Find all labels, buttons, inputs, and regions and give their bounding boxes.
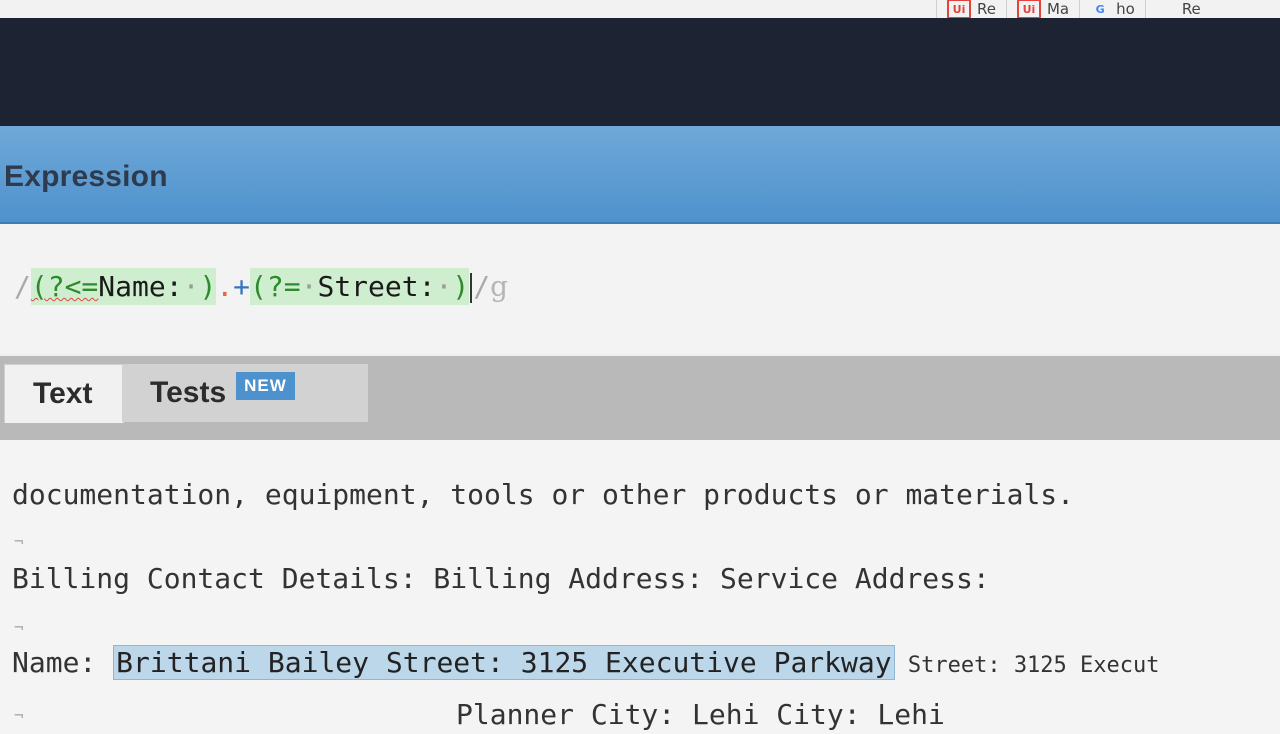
lookahead-close: )	[452, 270, 470, 303]
bookmark-item[interactable]: Ui Re	[936, 0, 1006, 19]
line-break-marker: ¬	[14, 532, 24, 551]
text-caret	[470, 273, 473, 303]
expression-input[interactable]: /(?<=Name:·).+(?=·Street:·)/g	[14, 268, 508, 305]
line-break-marker: ¬	[14, 706, 24, 725]
tab-tests-label: Tests	[150, 376, 227, 409]
lookbehind-open: (?<=	[30, 270, 99, 303]
tabs-bar: Text Tests NEW	[0, 356, 1280, 440]
regex-match-highlight[interactable]: Brittani Bailey Street: 3125 Executive P…	[113, 645, 895, 680]
tab-text-label: Text	[33, 377, 93, 410]
expression-editor[interactable]: /(?<=Name:·).+(?=·Street:·)/g	[0, 224, 1280, 354]
expression-panel-header: Expression	[0, 126, 1280, 224]
text-line-1: documentation, equipment, tools or other…	[12, 478, 1075, 511]
whitespace-marker: ·	[435, 270, 453, 303]
text-line-3: Name: Brittani Bailey Street: 3125 Execu…	[12, 645, 1160, 680]
regex-flags[interactable]: g	[490, 270, 508, 303]
bookmark-item[interactable]: Ui Ma	[1005, 0, 1079, 19]
ui-icon: Ui	[1016, 0, 1041, 19]
ui-icon: Ui	[947, 0, 971, 19]
lookbehind-group: (?<=Name:·)	[30, 268, 217, 305]
bookmark-label: Re	[977, 0, 996, 18]
lookahead-group: (?=·Street:·)	[250, 268, 470, 305]
lookbehind-text: Name:	[98, 270, 183, 303]
regex-delimiter-open: /	[14, 270, 31, 303]
whitespace-marker: ·	[182, 270, 200, 303]
lookahead-text: Street:	[317, 270, 436, 303]
line3-suffix: Street: 3125 Execut	[894, 653, 1160, 678]
line-break-marker: ¬	[14, 618, 24, 637]
bookmark-item[interactable]: Re	[1144, 0, 1211, 18]
app-header	[0, 18, 1280, 126]
bookmark-label: Re	[1181, 0, 1201, 18]
lookahead-open: (?=	[250, 270, 301, 303]
bookmark-label: ho	[1116, 0, 1135, 18]
lookbehind-close: )	[199, 270, 217, 303]
tab-text[interactable]: Text	[4, 364, 124, 423]
microsoft-icon	[1156, 1, 1176, 17]
regex-plus-token: +	[233, 270, 251, 303]
tab-tests[interactable]: Tests NEW	[122, 364, 368, 422]
regex-dot-token: .	[216, 270, 234, 303]
expression-title: Expression	[4, 160, 168, 193]
bookmarks-list: Ui Re Ui Ma G ho Re	[936, 0, 1280, 19]
whitespace-marker: ·	[300, 270, 318, 303]
bookmark-label: Ma	[1046, 0, 1070, 18]
browser-bookmarks-bar: Ui Re Ui Ma G ho Re	[0, 0, 1280, 19]
regex-delimiter-close: /	[473, 270, 491, 303]
new-badge: NEW	[236, 372, 295, 400]
text-line-2: Billing Contact Details: Billing Address…	[12, 562, 990, 595]
regex-tester-page: Ui Re Ui Ma G ho Re Expression /(?<=Name…	[0, 0, 1280, 734]
bookmark-item[interactable]: G ho	[1079, 0, 1145, 18]
text-line-4: Planner City: Lehi City: Lehi	[456, 698, 945, 731]
line3-prefix: Name:	[12, 646, 114, 679]
text-editor[interactable]: documentation, equipment, tools or other…	[0, 440, 1280, 734]
google-icon: G	[1095, 2, 1105, 16]
